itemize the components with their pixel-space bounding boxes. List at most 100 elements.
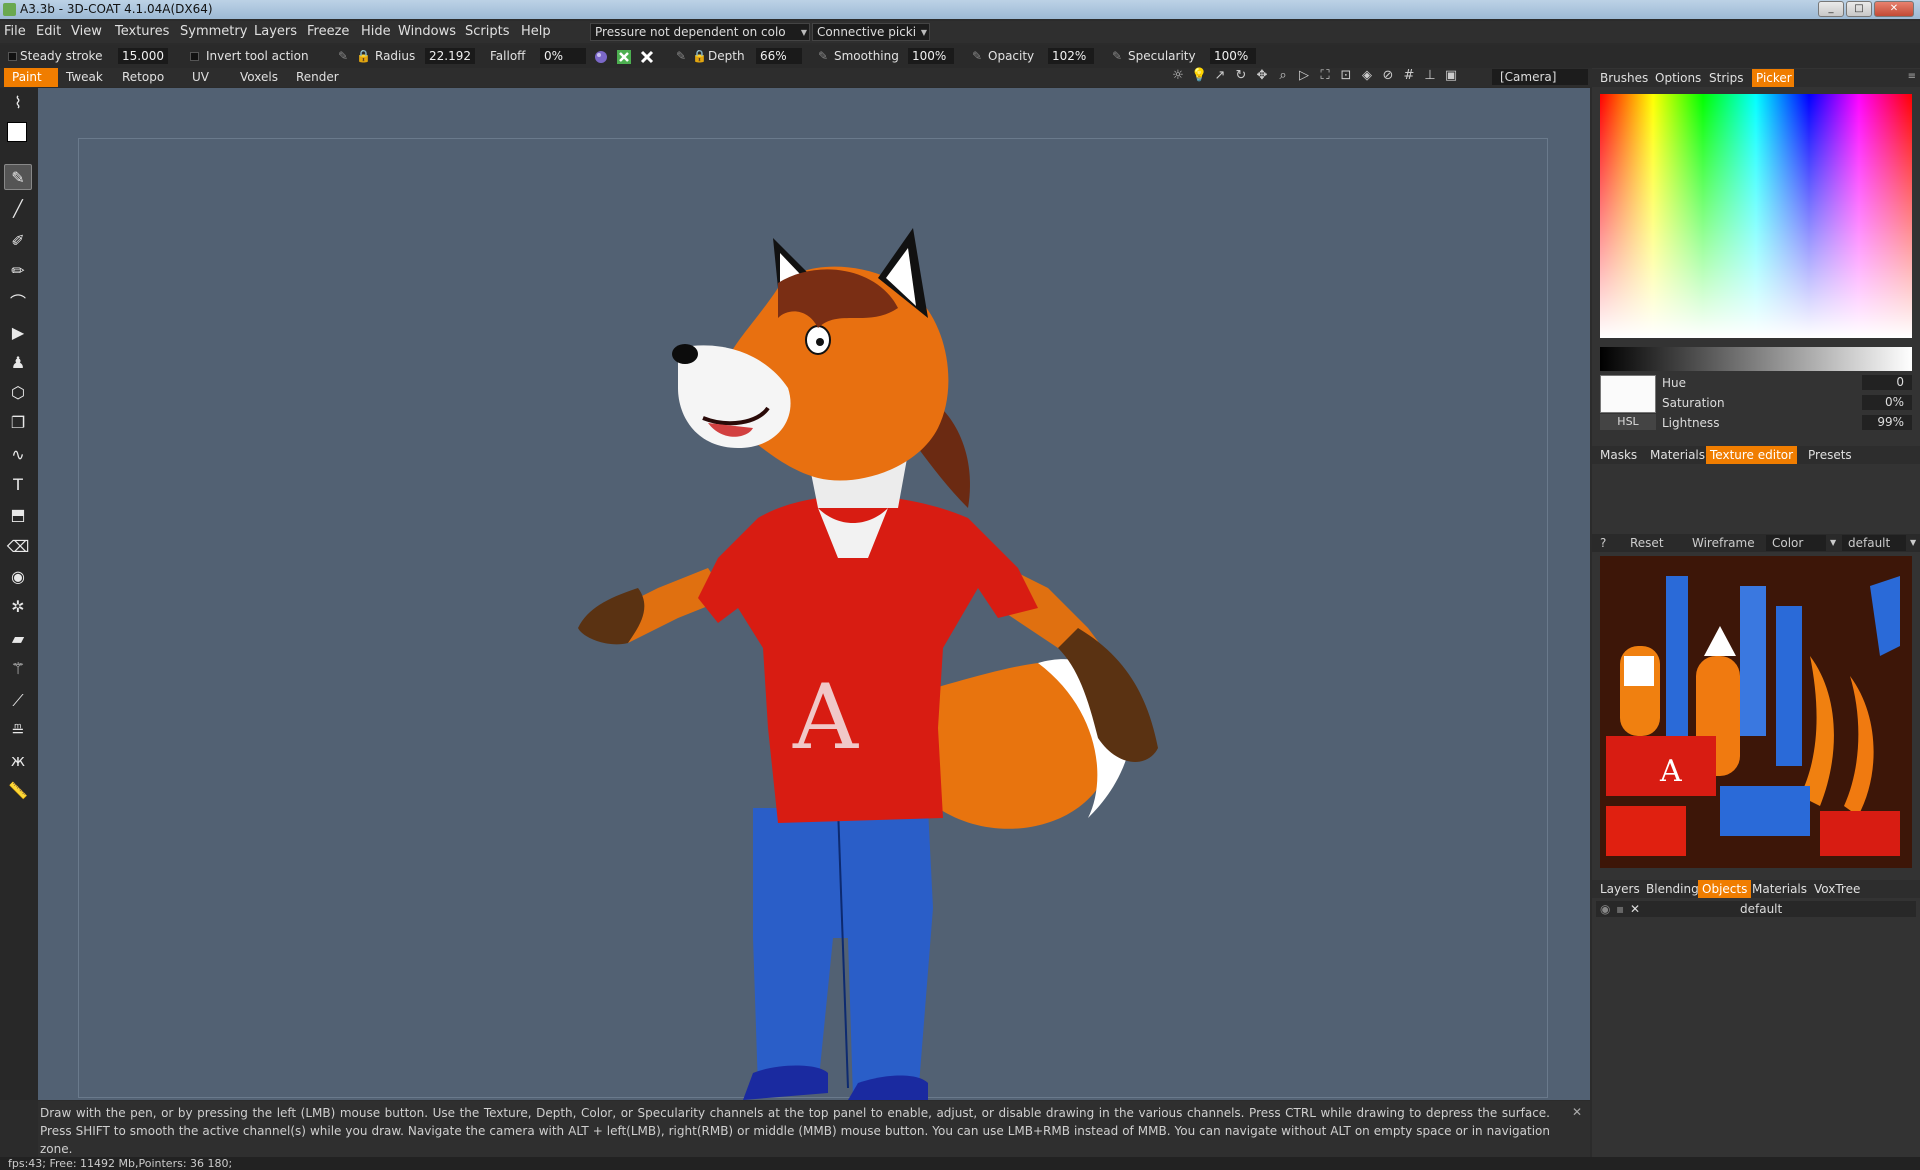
fill-icon[interactable]: ⬡: [4, 380, 32, 406]
texture-help-button[interactable]: ?: [1594, 535, 1612, 551]
rotate-icon[interactable]: ↻: [1233, 68, 1249, 84]
hue-value[interactable]: 0: [1862, 375, 1912, 390]
fox-character-model[interactable]: A: [38, 88, 1590, 1100]
grid-icon[interactable]: #: [1401, 68, 1417, 84]
falloff-value[interactable]: 0%: [540, 48, 586, 64]
tab-objects[interactable]: Objects: [1698, 880, 1752, 898]
delete-object-icon[interactable]: ✕: [1630, 902, 1640, 916]
steady-stroke-checkbox[interactable]: [8, 52, 17, 61]
picking-dropdown[interactable]: Connective picki ▼: [812, 23, 930, 41]
lightness-row[interactable]: Lightness 99%: [1662, 415, 1912, 431]
invert-tool-checkbox[interactable]: [190, 52, 199, 61]
lock-icon[interactable]: 🔒: [356, 49, 371, 63]
tab-layers[interactable]: Layers: [1596, 880, 1644, 898]
material-sphere-icon[interactable]: [594, 50, 608, 64]
smoothing-value[interactable]: 100%: [908, 48, 954, 64]
frame-icon[interactable]: ⬒: [4, 502, 32, 528]
tab-presets[interactable]: Presets: [1804, 446, 1856, 464]
brush-stroke-icon[interactable]: ⌇: [4, 90, 32, 116]
eye-icon[interactable]: ◉: [4, 564, 32, 590]
line-tool-icon[interactable]: ╱: [4, 196, 32, 222]
tab-voxels[interactable]: Voxels: [232, 68, 286, 87]
lightness-value[interactable]: 99%: [1862, 415, 1912, 430]
cube-icon[interactable]: ◈: [1359, 68, 1375, 84]
tab-paint[interactable]: Paint: [4, 68, 58, 87]
specularity-value[interactable]: 100%: [1210, 48, 1256, 64]
depth-pen-icon[interactable]: ✎: [676, 49, 686, 63]
menu-file[interactable]: File: [4, 24, 26, 39]
play-icon[interactable]: ▷: [1296, 68, 1312, 84]
wand-icon[interactable]: ⚚: [4, 656, 32, 682]
hsl-mode-button[interactable]: HSL: [1600, 414, 1656, 430]
frame-selected-icon[interactable]: ⊡: [1338, 68, 1354, 84]
texture-reset-button[interactable]: Reset: [1624, 535, 1670, 551]
saturation-value[interactable]: 0%: [1862, 395, 1912, 410]
light-bulb-icon[interactable]: 💡: [1191, 68, 1207, 84]
light-direction-icon[interactable]: ↗: [1212, 68, 1228, 84]
visibility-eye-icon[interactable]: ◉: [1600, 902, 1610, 916]
tab-tweak[interactable]: Tweak: [58, 68, 111, 87]
tab-materials-bottom[interactable]: Materials: [1748, 880, 1811, 898]
tab-uv[interactable]: UV: [184, 68, 217, 87]
tab-options[interactable]: Options: [1651, 69, 1705, 87]
move-icon[interactable]: ✥: [1254, 68, 1270, 84]
ruler-icon[interactable]: 📏: [4, 778, 32, 804]
frame-all-icon[interactable]: ⛶: [1317, 68, 1333, 84]
pen-line-icon[interactable]: ✐: [4, 228, 32, 254]
saturation-row[interactable]: Saturation 0%: [1662, 395, 1912, 411]
tube-icon[interactable]: ▰: [4, 626, 32, 652]
hue-row[interactable]: Hue 0: [1662, 375, 1912, 391]
tab-texture-editor[interactable]: Texture editor: [1706, 446, 1798, 464]
minimize-button[interactable]: _: [1818, 1, 1844, 17]
gear-icon[interactable]: ✲: [4, 594, 32, 620]
color-picker-field[interactable]: [1600, 94, 1912, 338]
3d-viewport[interactable]: A: [38, 88, 1590, 1100]
maximize-button[interactable]: □: [1846, 1, 1872, 17]
tab-materials[interactable]: Materials: [1646, 446, 1709, 464]
tab-picker[interactable]: Picker: [1752, 69, 1794, 87]
stamp-icon[interactable]: ♟: [4, 350, 32, 376]
radius-value[interactable]: 22.192: [425, 48, 475, 64]
menu-scripts[interactable]: Scripts: [465, 24, 509, 39]
menu-layers[interactable]: Layers: [254, 24, 297, 39]
tab-masks[interactable]: Masks: [1596, 446, 1641, 464]
eraser-icon[interactable]: ⌫: [4, 534, 32, 560]
menu-edit[interactable]: Edit: [36, 24, 61, 39]
pen-pressure-icon[interactable]: ✎: [338, 49, 348, 63]
iron-icon[interactable]: ≞: [4, 718, 32, 744]
menu-view[interactable]: View: [71, 24, 102, 39]
disable-white-icon[interactable]: [640, 50, 654, 64]
uv-set-dropdown[interactable]: default: [1842, 535, 1906, 551]
butterfly-icon[interactable]: ж: [4, 748, 32, 774]
disable-green-icon[interactable]: [617, 50, 631, 64]
opacity-pen-icon[interactable]: ✎: [972, 49, 982, 63]
tab-render[interactable]: Render: [288, 68, 347, 87]
depth-value[interactable]: 66%: [756, 48, 802, 64]
sun-icon[interactable]: ☼: [1170, 68, 1186, 84]
tab-brushes[interactable]: Brushes: [1596, 69, 1652, 87]
fullscreen-icon[interactable]: ▣: [1443, 68, 1459, 84]
specularity-pen-icon[interactable]: ✎: [1112, 49, 1122, 63]
texture-wireframe-button[interactable]: Wireframe: [1686, 535, 1761, 551]
close-button[interactable]: ✕: [1874, 1, 1914, 17]
menu-textures[interactable]: Textures: [115, 24, 169, 39]
opacity-value[interactable]: 102%: [1048, 48, 1094, 64]
spray-icon[interactable]: ▶: [4, 320, 32, 346]
menu-windows[interactable]: Windows: [398, 24, 456, 39]
menu-hide[interactable]: Hide: [361, 24, 391, 39]
smudge-icon[interactable]: ⌒: [4, 290, 32, 316]
object-row[interactable]: ◉ ▪ ✕ default: [1596, 901, 1916, 917]
menu-freeze[interactable]: Freeze: [307, 24, 349, 39]
tab-voxtree[interactable]: VoxTree: [1810, 880, 1864, 898]
grayscale-slider[interactable]: [1600, 347, 1912, 371]
axis-icon[interactable]: ⊥: [1422, 68, 1438, 84]
uv-texture-preview[interactable]: A: [1600, 556, 1912, 868]
lock-icon[interactable]: ▪: [1616, 902, 1624, 916]
smoothing-pen-icon[interactable]: ✎: [818, 49, 828, 63]
texture-channel-dropdown[interactable]: Color: [1766, 535, 1826, 551]
airbrush-icon[interactable]: ✏: [4, 258, 32, 284]
pen-tool-icon[interactable]: ✎: [4, 164, 32, 190]
tab-blending[interactable]: Blending: [1642, 880, 1703, 898]
steady-stroke-value[interactable]: 15.000: [118, 48, 168, 64]
color-swatch[interactable]: [4, 118, 32, 144]
